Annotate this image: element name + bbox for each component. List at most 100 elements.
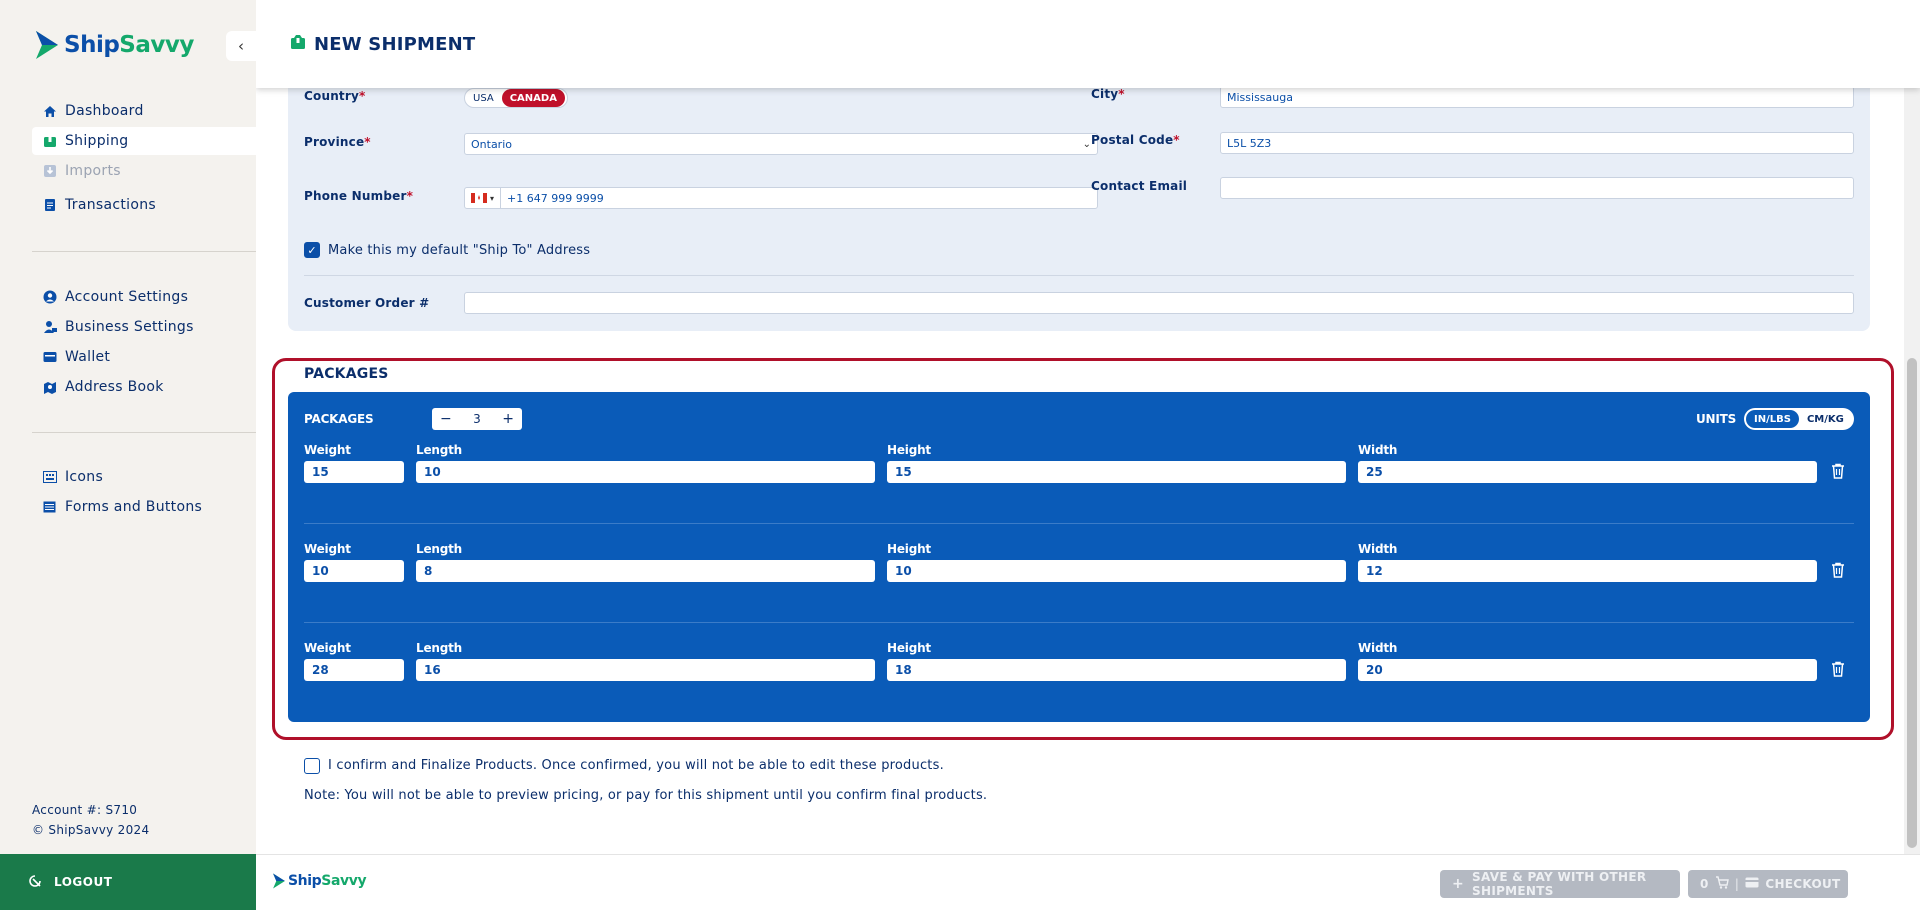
logout-button[interactable]: LOGOUT xyxy=(0,854,256,910)
collapse-sidebar-button[interactable]: ‹ xyxy=(226,31,256,61)
save-and-pay-button[interactable]: + SAVE & PAY WITH OTHER SHIPMENTS xyxy=(1440,870,1680,898)
postal-code-input[interactable]: L5L 5Z3 xyxy=(1220,132,1854,154)
chevron-down-icon: ▾ xyxy=(490,193,495,203)
province-label: Province* xyxy=(304,135,371,149)
default-address-label: Make this my default "Ship To" Address xyxy=(328,243,591,258)
trash-icon[interactable] xyxy=(1830,462,1846,480)
wallet-icon xyxy=(42,350,57,365)
nav-main: Dashboard Shipping Imports Transactions xyxy=(32,97,256,219)
country-label: Country* xyxy=(304,89,366,103)
sidebar-item-label: Account Settings xyxy=(65,289,189,305)
confirm-products-checkbox[interactable] xyxy=(304,758,320,774)
vertical-scrollbar[interactable] xyxy=(1904,88,1920,854)
footer-logo-text: ShipSavvy xyxy=(288,873,367,889)
checkmark-icon: ✓ xyxy=(307,243,317,257)
chevron-left-icon: ‹ xyxy=(238,37,244,55)
weight-label: Weight xyxy=(304,542,351,556)
country-toggle[interactable]: USA CANADA xyxy=(464,88,568,108)
logout-icon xyxy=(28,874,42,891)
canada-flag-icon xyxy=(471,193,487,203)
minus-icon[interactable]: − xyxy=(440,411,452,427)
checkout-button[interactable]: 0 | CHECKOUT xyxy=(1688,870,1848,898)
sidebar-item-address-book[interactable]: Address Book xyxy=(32,373,256,401)
user-circle-icon xyxy=(42,290,57,305)
phone-value: +1 647 999 9999 xyxy=(507,191,604,205)
units-option-cm-kg[interactable]: CM/KG xyxy=(1799,410,1852,428)
sidebar-item-label: Address Book xyxy=(65,379,164,395)
country-option-usa[interactable]: USA xyxy=(465,89,502,107)
height-input[interactable]: 10 xyxy=(887,560,1346,582)
account-info: Account #: S710 © ShipSavvy 2024 xyxy=(32,800,149,840)
save-and-pay-label: SAVE & PAY WITH OTHER SHIPMENTS xyxy=(1472,870,1647,898)
sidebar: ShipSavvy ‹ Dashboard Shipping Imports T… xyxy=(0,0,256,910)
page-header: NEW SHIPMENT xyxy=(256,0,1920,88)
package-count-stepper[interactable]: − 3 + xyxy=(432,408,522,430)
packages-section-title: PACKAGES xyxy=(304,366,389,382)
contact-email-label: Contact Email xyxy=(1091,179,1188,193)
city-input[interactable]: Mississauga xyxy=(1220,86,1854,108)
customer-order-label: Customer Order # xyxy=(304,296,430,310)
sidebar-item-label: Icons xyxy=(65,469,104,485)
width-input[interactable]: 12 xyxy=(1358,560,1817,582)
weight-input[interactable]: 10 xyxy=(304,560,404,582)
units-option-in-lbs[interactable]: IN/LBS xyxy=(1746,410,1799,428)
sidebar-item-dashboard[interactable]: Dashboard xyxy=(32,97,256,125)
length-input[interactable]: 16 xyxy=(416,659,875,681)
sidebar-item-icons[interactable]: Icons xyxy=(32,463,256,491)
country-code-select[interactable]: ▾ xyxy=(465,188,502,208)
sidebar-divider xyxy=(32,432,256,433)
logo-mark-icon xyxy=(36,31,58,59)
units-label: UNITS xyxy=(1696,412,1737,426)
plus-icon[interactable]: + xyxy=(502,411,514,427)
sidebar-item-imports[interactable]: Imports xyxy=(32,157,256,185)
length-label: Length xyxy=(416,443,462,457)
packages-panel: PACKAGES − 3 + UNITS IN/LBS CM/KG Weight… xyxy=(288,392,1870,722)
trash-icon[interactable] xyxy=(1830,561,1846,579)
sidebar-item-label: Dashboard xyxy=(65,103,144,119)
height-input[interactable]: 15 xyxy=(887,461,1346,483)
icons-icon xyxy=(42,470,57,485)
phone-input[interactable]: ▾ +1 647 999 9999 xyxy=(464,187,1098,209)
height-label: Height xyxy=(887,443,931,457)
length-label: Length xyxy=(416,641,462,655)
nav-settings: Account Settings Business Settings Walle… xyxy=(32,283,256,401)
form-divider xyxy=(304,275,1854,276)
customer-order-input[interactable] xyxy=(464,292,1854,314)
package-icon xyxy=(42,134,57,149)
import-icon xyxy=(42,164,57,179)
width-label: Width xyxy=(1358,443,1398,457)
country-option-canada[interactable]: CANADA xyxy=(501,89,565,107)
packages-count-label: PACKAGES xyxy=(304,412,374,426)
sidebar-item-wallet[interactable]: Wallet xyxy=(32,343,256,371)
cart-icon xyxy=(1715,876,1729,892)
width-input[interactable]: 20 xyxy=(1358,659,1817,681)
length-input[interactable]: 8 xyxy=(416,560,875,582)
province-value: Ontario xyxy=(471,137,512,151)
footer-logo[interactable]: ShipSavvy xyxy=(272,872,367,890)
sidebar-item-label: Business Settings xyxy=(65,319,194,335)
default-address-checkbox[interactable]: ✓ xyxy=(304,242,320,258)
sidebar-item-transactions[interactable]: Transactions xyxy=(32,191,256,219)
checkout-label: CHECKOUT xyxy=(1765,877,1841,891)
scrollbar-thumb[interactable] xyxy=(1907,358,1917,848)
weight-input[interactable]: 28 xyxy=(304,659,404,681)
package-icon xyxy=(290,34,306,54)
sidebar-item-forms-and-buttons[interactable]: Forms and Buttons xyxy=(32,493,256,521)
weight-input[interactable]: 15 xyxy=(304,461,404,483)
nav-dev: Icons Forms and Buttons xyxy=(32,463,256,521)
shipsavvy-logo[interactable]: ShipSavvy xyxy=(34,28,194,62)
sidebar-item-business-settings[interactable]: Business Settings xyxy=(32,313,256,341)
document-icon xyxy=(42,198,57,213)
account-number: Account #: S710 xyxy=(32,803,138,817)
contact-email-input[interactable] xyxy=(1220,177,1854,199)
list-icon xyxy=(42,500,57,515)
trash-icon[interactable] xyxy=(1830,660,1846,678)
sidebar-item-account-settings[interactable]: Account Settings xyxy=(32,283,256,311)
chevron-down-icon: ⌄ xyxy=(1082,138,1091,150)
height-input[interactable]: 18 xyxy=(887,659,1346,681)
length-input[interactable]: 10 xyxy=(416,461,875,483)
width-input[interactable]: 25 xyxy=(1358,461,1817,483)
province-select[interactable]: Ontario ⌄ xyxy=(464,133,1098,155)
sidebar-item-shipping[interactable]: Shipping xyxy=(32,127,256,155)
units-toggle[interactable]: IN/LBS CM/KG xyxy=(1744,408,1854,430)
